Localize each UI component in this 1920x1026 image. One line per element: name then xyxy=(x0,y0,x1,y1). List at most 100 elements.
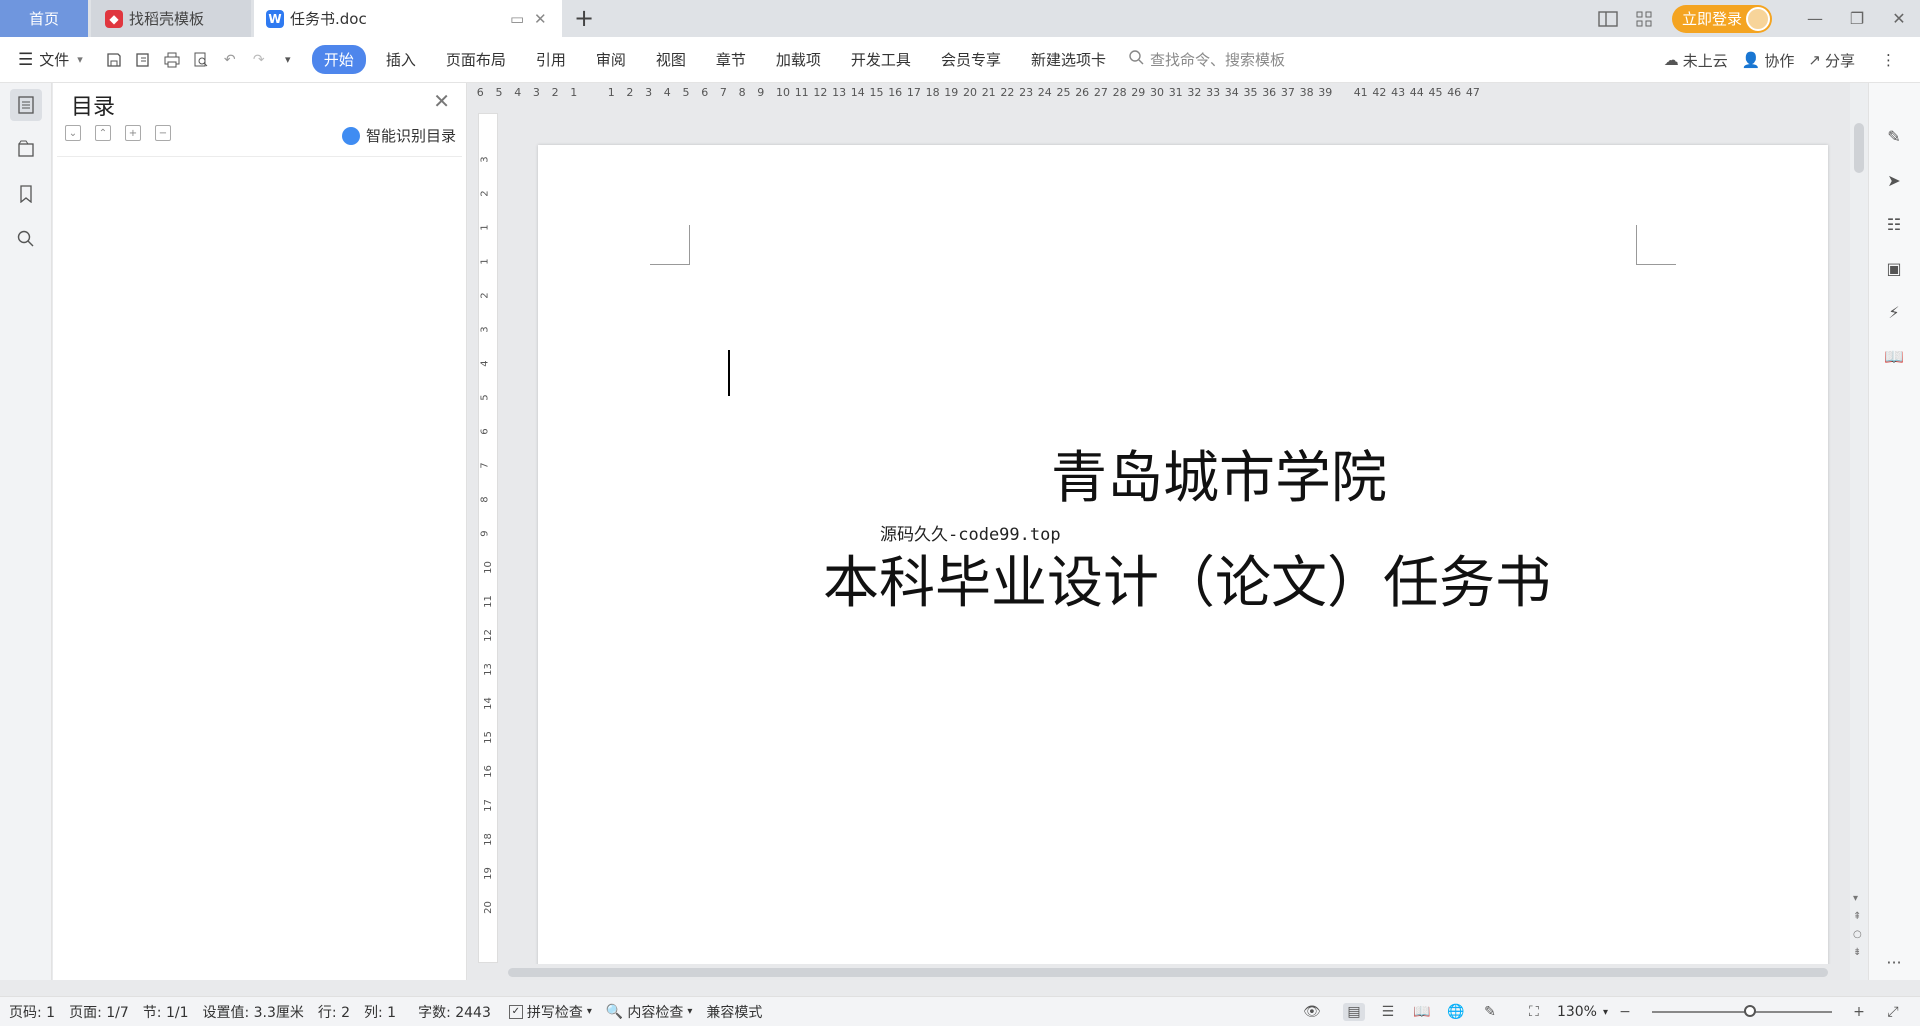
vruler-number: 4 xyxy=(479,360,491,367)
image-tools-icon[interactable]: ▣ xyxy=(1881,255,1907,281)
right-tool-rail: ✎ ➤ ☷ ▣ ⚡ 📖 ··· xyxy=(1868,83,1920,980)
export-pdf-icon[interactable] xyxy=(134,51,152,69)
smart-toc-button[interactable]: 智能识别目录 xyxy=(341,125,456,146)
horizontal-scrollbar[interactable] xyxy=(498,964,1850,980)
save-icon[interactable] xyxy=(105,51,123,69)
vruler-number: 14 xyxy=(482,697,494,710)
eye-protection-icon[interactable]: 👁 xyxy=(1301,1003,1323,1021)
page-view-icon[interactable]: ▤ xyxy=(1342,1003,1365,1021)
zoom-knob[interactable] xyxy=(1744,1005,1757,1017)
tab-member[interactable]: 会员专享 xyxy=(941,49,1001,70)
tab-view[interactable]: 视图 xyxy=(656,49,686,70)
smart-tools-icon[interactable]: ⚡ xyxy=(1881,299,1907,325)
outline-view-icon[interactable]: ☰ xyxy=(1377,1003,1399,1021)
print-preview-icon[interactable] xyxy=(192,51,210,69)
print-icon[interactable] xyxy=(163,51,181,69)
find-icon[interactable] xyxy=(10,223,42,255)
ruler-number: 18 xyxy=(925,86,940,99)
vscroll-thumb[interactable] xyxy=(1854,123,1864,173)
margin-corner-tl xyxy=(650,225,690,265)
layout-icon[interactable] xyxy=(1598,10,1618,28)
close-icon[interactable]: ✕ xyxy=(433,89,450,113)
toc-panel-icon[interactable] xyxy=(10,89,42,121)
tab-home[interactable]: 首页 xyxy=(0,0,88,37)
status-page[interactable]: 页面: 1/7 xyxy=(69,1002,129,1022)
status-row[interactable]: 行: 2 xyxy=(318,1002,350,1022)
redo-icon[interactable]: ↷ xyxy=(250,51,268,69)
ruler-number: 3 xyxy=(645,86,653,99)
tab-document[interactable]: W 任务书.doc ▭ ✕ xyxy=(254,0,562,37)
zoom-in-icon[interactable]: + xyxy=(1848,1003,1870,1021)
login-button[interactable]: 立即登录 xyxy=(1672,4,1772,33)
apps-grid-icon[interactable] xyxy=(1634,10,1654,28)
scroll-down-icon[interactable]: ▾ xyxy=(1853,893,1858,904)
ruler-number: 33 xyxy=(1206,86,1221,99)
next-page-icon[interactable]: ⇟ xyxy=(1853,947,1861,958)
tab-addins[interactable]: 加载项 xyxy=(776,49,821,70)
fit-page-icon[interactable]: ⛶ xyxy=(1523,1003,1545,1021)
tab-references[interactable]: 引用 xyxy=(536,49,566,70)
navigation-icon[interactable] xyxy=(10,133,42,165)
document-workspace: 7654321123456789101112131415161718192021… xyxy=(468,83,1868,980)
vertical-scrollbar[interactable]: ▾ ⇞ ○ ⇟ xyxy=(1850,83,1868,980)
book-search-icon[interactable]: 📖 xyxy=(1881,343,1907,369)
tab-developer[interactable]: 开发工具 xyxy=(851,49,911,70)
content-check-toggle[interactable]: 🔍 内容检查 ▾ xyxy=(606,1002,692,1022)
restore-icon[interactable]: ❐ xyxy=(1836,9,1878,28)
vertical-ruler[interactable]: 3 2 1 1 2 3 4 5 6 7 8 9 10 11 12 13 14 15 16 17 18 19 20 xyxy=(478,113,498,963)
undo-icon[interactable]: ↶ xyxy=(221,51,239,69)
tab-new[interactable]: 新建选项卡 xyxy=(1031,49,1106,70)
status-setting[interactable]: 设置值: 3.3厘米 xyxy=(202,1002,303,1022)
fullscreen-icon[interactable]: ⤢ xyxy=(1882,1003,1904,1021)
pen-view-icon[interactable]: ✎ xyxy=(1479,1003,1501,1021)
tab-chapter[interactable]: 章节 xyxy=(716,49,746,70)
status-page-code[interactable]: 页码: 1 xyxy=(9,1002,55,1022)
zoom-track xyxy=(1652,1011,1832,1013)
edit-pen-icon[interactable]: ✎ xyxy=(1881,123,1907,149)
file-menu[interactable]: ☰ 文件 ▾ xyxy=(18,49,83,70)
remove-level-icon[interactable]: − xyxy=(155,125,171,141)
tab-review[interactable]: 审阅 xyxy=(596,49,626,70)
zoom-out-icon[interactable]: − xyxy=(1614,1003,1636,1021)
bookmark-icon[interactable] xyxy=(10,178,42,210)
tab-page-layout[interactable]: 页面布局 xyxy=(446,49,506,70)
collab-button[interactable]: 👤 协作 xyxy=(1742,50,1795,71)
horizontal-ruler[interactable]: 7654321123456789101112131415161718192021… xyxy=(468,83,1850,105)
hscroll-thumb[interactable] xyxy=(508,968,1828,977)
close-window-icon[interactable]: ✕ xyxy=(1878,9,1920,28)
web-view-icon[interactable]: 🌐 xyxy=(1445,1003,1467,1021)
status-col[interactable]: 列: 1 xyxy=(364,1002,396,1022)
reading-view-icon[interactable]: 📖 xyxy=(1411,1003,1433,1021)
document-page[interactable]: 青岛城市学院 源码久久-code99.top 本科毕业设计（论文）任务书 题 目… xyxy=(538,145,1828,980)
more-dots-icon[interactable]: ··· xyxy=(1881,949,1907,975)
zoom-slider[interactable] xyxy=(1652,1003,1832,1021)
minimize-icon[interactable]: — xyxy=(1794,9,1836,28)
add-level-icon[interactable]: + xyxy=(125,125,141,141)
status-section[interactable]: 节: 1/1 xyxy=(143,1002,189,1022)
vruler-number: 3 xyxy=(479,156,491,163)
pin-icon[interactable]: ▭ xyxy=(510,10,524,28)
expand-down-icon[interactable]: ⌄ xyxy=(65,125,81,141)
select-pointer-icon[interactable]: ➤ xyxy=(1881,167,1907,193)
settings-sliders-icon[interactable]: ☷ xyxy=(1881,211,1907,237)
zoom-level[interactable]: 130% xyxy=(1557,1004,1597,1020)
collapse-up-icon[interactable]: ⌃ xyxy=(95,125,111,141)
new-tab-button[interactable]: + xyxy=(574,4,594,32)
tab-insert[interactable]: 插入 xyxy=(386,49,416,70)
cloud-button[interactable]: ☁ 未上云 xyxy=(1664,50,1728,71)
vruler-number: 9 xyxy=(479,530,491,537)
close-tab-icon[interactable]: ✕ xyxy=(534,10,547,28)
prev-page-icon[interactable]: ⇞ xyxy=(1853,911,1861,922)
tab-templates[interactable]: ◆ 找稻壳模板 xyxy=(91,0,251,37)
command-search[interactable]: 查找命令、搜索模板 xyxy=(1129,49,1285,70)
share-button[interactable]: ↗ 分享 xyxy=(1808,50,1855,71)
vruler-number: 13 xyxy=(482,663,494,676)
ruler-number: 26 xyxy=(1075,86,1090,99)
more-icon[interactable]: ⋮ xyxy=(1881,51,1896,69)
status-words[interactable]: 字数: 2443 xyxy=(418,1002,491,1022)
zoom-caret-icon[interactable]: ▾ xyxy=(1603,1007,1608,1018)
spell-check-toggle[interactable]: ✓ 拼写检查 ▾ xyxy=(508,1002,592,1022)
tab-start[interactable]: 开始 xyxy=(311,45,366,74)
select-browse-icon[interactable]: ○ xyxy=(1853,929,1862,940)
customize-caret-icon[interactable]: ▾ xyxy=(279,51,297,69)
